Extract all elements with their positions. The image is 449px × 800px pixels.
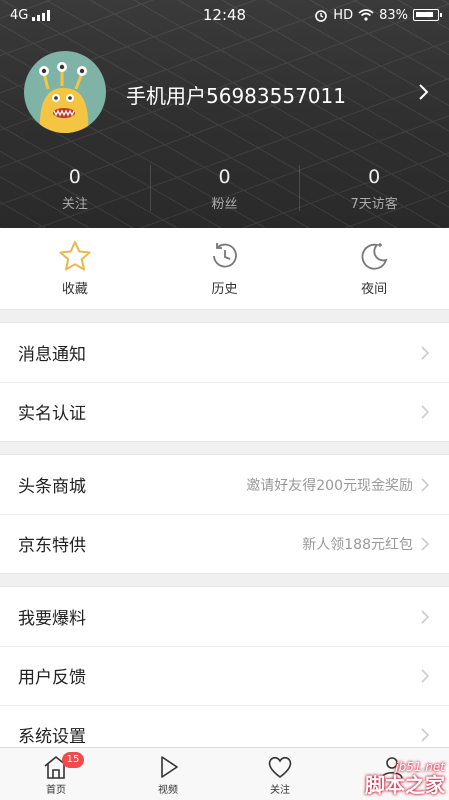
menu-item-jd-special[interactable]: 京东特供 新人领188元红包 bbox=[0, 514, 449, 573]
quick-actions: 收藏 历史 夜间 bbox=[0, 228, 449, 310]
tab-home[interactable]: 15 首页 bbox=[0, 748, 112, 800]
status-time: 12:48 bbox=[202, 6, 247, 24]
menu-item-verification[interactable]: 实名认证 bbox=[0, 382, 449, 441]
chevron-right-icon bbox=[421, 727, 430, 742]
night-mode-icon bbox=[361, 243, 388, 270]
history-icon bbox=[212, 243, 237, 268]
quick-action-night-mode[interactable]: 夜间 bbox=[299, 228, 449, 309]
stat-followers[interactable]: 0 粉丝 bbox=[149, 165, 300, 217]
stat-value: 0 bbox=[68, 166, 81, 188]
profile-stats: 0 关注 0 粉丝 0 7天访客 bbox=[0, 165, 449, 217]
stat-label: 粉丝 bbox=[211, 197, 238, 212]
menu-item-title: 京东特供 bbox=[18, 536, 86, 556]
menu-item-mall[interactable]: 头条商城 邀请好友得200元现金奖励 bbox=[0, 455, 449, 514]
profile-header: 4G 12:48 HD 83% 手机用户56983557011 0 关注 0 粉… bbox=[0, 0, 449, 228]
stat-value: 0 bbox=[368, 166, 381, 188]
site-watermark: jb51.net 脚本之家 bbox=[365, 760, 445, 796]
watermark-title: 脚本之家 bbox=[365, 773, 445, 797]
menu-group-misc: 我要爆料 用户反馈 系统设置 bbox=[0, 586, 449, 764]
menu-item-title: 头条商城 bbox=[18, 477, 86, 497]
tab-label: 首页 bbox=[46, 785, 66, 796]
quick-action-label: 夜间 bbox=[361, 282, 388, 297]
quick-action-favorites[interactable]: 收藏 bbox=[0, 228, 150, 309]
menu-group-account: 消息通知 实名认证 bbox=[0, 322, 449, 442]
stat-visitors[interactable]: 0 7天访客 bbox=[299, 165, 449, 217]
menu-item-hint: 新人领188元红包 bbox=[302, 536, 413, 553]
tab-label: 视频 bbox=[158, 785, 178, 796]
menu-item-report[interactable]: 我要爆料 bbox=[0, 587, 449, 646]
stat-following[interactable]: 0 关注 bbox=[0, 165, 150, 217]
stat-label: 关注 bbox=[61, 197, 88, 212]
quick-action-history[interactable]: 历史 bbox=[150, 228, 300, 309]
menu-item-title: 实名认证 bbox=[18, 404, 86, 424]
play-icon bbox=[161, 756, 178, 778]
menu-item-hint: 邀请好友得200元现金奖励 bbox=[246, 477, 413, 494]
stat-value: 0 bbox=[218, 166, 231, 188]
watermark-url: jb51.net bbox=[395, 760, 445, 774]
menu-item-title: 系统设置 bbox=[18, 727, 86, 747]
chevron-right-icon bbox=[421, 477, 430, 492]
menu-item-title: 用户反馈 bbox=[18, 668, 86, 688]
username[interactable]: 手机用户56983557011 bbox=[126, 80, 346, 109]
star-icon bbox=[59, 241, 91, 271]
chevron-right-icon bbox=[421, 609, 430, 624]
menu-item-feedback[interactable]: 用户反馈 bbox=[0, 646, 449, 705]
tab-label: 关注 bbox=[270, 785, 290, 796]
monster-avatar-icon bbox=[39, 62, 89, 133]
stat-label: 7天访客 bbox=[350, 197, 398, 212]
menu-item-title: 消息通知 bbox=[18, 345, 86, 365]
chevron-right-icon bbox=[421, 536, 430, 551]
tab-following[interactable]: 关注 bbox=[224, 748, 336, 800]
menu-group-shopping: 头条商城 邀请好友得200元现金奖励 京东特供 新人领188元红包 bbox=[0, 454, 449, 574]
menu-item-title: 我要爆料 bbox=[18, 609, 86, 629]
avatar[interactable] bbox=[24, 51, 106, 133]
notification-badge: 15 bbox=[62, 752, 84, 768]
quick-action-label: 收藏 bbox=[61, 282, 88, 297]
chevron-right-icon bbox=[421, 404, 430, 419]
menu-item-notifications[interactable]: 消息通知 bbox=[0, 323, 449, 382]
quick-action-label: 历史 bbox=[211, 282, 238, 297]
heart-icon bbox=[268, 756, 292, 778]
chevron-right-icon bbox=[421, 668, 430, 683]
chevron-right-icon[interactable] bbox=[413, 82, 433, 102]
tab-video[interactable]: 视频 bbox=[112, 748, 224, 800]
chevron-right-icon bbox=[421, 345, 430, 360]
status-bar: 4G 12:48 HD 83% bbox=[0, 0, 449, 30]
battery-icon bbox=[413, 9, 442, 21]
